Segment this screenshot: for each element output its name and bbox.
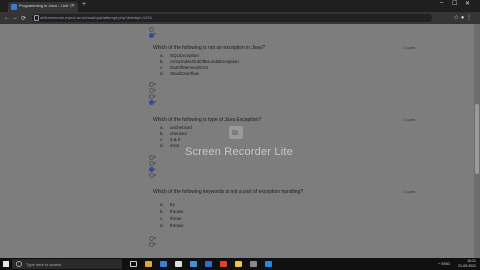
answer-label: b: [154, 32, 156, 36]
chrome-icon[interactable]: [235, 261, 242, 267]
minimize-button[interactable]: –: [440, 0, 443, 6]
question-points: 1 point: [403, 117, 416, 122]
option-item: c. OutOfMemoryError: [160, 65, 209, 70]
close-window-button[interactable]: ✕: [465, 0, 470, 7]
answer-label: b: [154, 160, 156, 165]
answer-label: a: [154, 235, 156, 240]
taskbar: Type here to search ^ ENG 10:21 21-09-20…: [0, 258, 480, 270]
answer-label: a: [154, 81, 156, 86]
app-icon[interactable]: [220, 261, 227, 267]
tab-bar: Programming in Java – Unit 7 ✕ + – ☐ ✕: [0, 0, 480, 12]
forward-button[interactable]: →: [12, 15, 18, 21]
clock-date: 21-09-2021: [458, 263, 476, 268]
store-icon[interactable]: [175, 261, 182, 267]
answer-label: d: [154, 172, 156, 177]
option-item: d. thrown: [160, 223, 184, 228]
option-item: b. checked: [160, 131, 187, 136]
option-item: a. SQLException: [160, 53, 199, 58]
option-item: b. ArrayIndexOutOfBoundsException: [160, 59, 239, 64]
answer-label: a: [154, 154, 156, 159]
browser-toolbar: ← → ⟳ arithmeticone.myeol.ac.in/mod/quiz…: [0, 12, 480, 24]
app-icon[interactable]: [250, 261, 257, 267]
url-text: arithmeticone.myeol.ac.in/mod/quiz/attem…: [40, 15, 152, 20]
question-points: 1 point: [403, 45, 416, 50]
answer-label: b: [154, 241, 156, 246]
taskbar-search-input[interactable]: Type here to search: [12, 259, 122, 269]
word-icon[interactable]: [205, 261, 212, 267]
answer-label: d: [154, 99, 156, 104]
question-text: Which of the following is type of Java E…: [153, 117, 262, 123]
search-placeholder: Type here to search: [26, 261, 62, 267]
windows-start-icon[interactable]: [3, 261, 9, 267]
quiz-page: b Which of the following is not an excep…: [0, 24, 474, 258]
option-item: d. error: [160, 143, 180, 148]
reload-button[interactable]: ⟳: [21, 15, 26, 22]
lock-icon: [34, 15, 39, 21]
system-tray[interactable]: ^ ENG: [438, 261, 450, 266]
back-button[interactable]: ←: [4, 15, 10, 21]
browser-tab[interactable]: Programming in Java – Unit 7 ✕: [8, 2, 78, 12]
option-item: a. unchecked: [160, 125, 192, 130]
clock[interactable]: 10:21 21-09-2021: [458, 259, 476, 268]
address-bar[interactable]: arithmeticone.myeol.ac.in/mod/quiz/attem…: [32, 14, 432, 22]
answer-label: c: [154, 93, 156, 98]
answer-label: b: [154, 87, 156, 92]
page-scrollbar[interactable]: [474, 24, 480, 258]
app-icon[interactable]: [265, 261, 272, 267]
question-text: Which of the following keywords is not a…: [153, 189, 304, 195]
toolbar-icons[interactable]: ☆ ● ⋮: [454, 14, 472, 21]
tab-close-icon[interactable]: ✕: [71, 3, 75, 9]
scrollbar-thumb[interactable]: [475, 104, 479, 174]
option-item: a. try: [160, 202, 175, 207]
answer-label: c: [154, 166, 156, 171]
file-explorer-icon[interactable]: [145, 261, 152, 267]
question-text: Which of the following is not an excepti…: [153, 45, 265, 51]
option-item: c. throw: [160, 216, 182, 221]
option-item: b. throws: [160, 209, 184, 214]
mail-icon[interactable]: [190, 261, 197, 267]
option-item: c. a & b: [160, 137, 181, 142]
new-tab-button[interactable]: +: [82, 1, 86, 8]
camera-watermark-icon: [229, 126, 243, 139]
maximize-button[interactable]: ☐: [452, 0, 457, 7]
favicon-icon: [11, 4, 17, 10]
option-item: d. StackOverflow: [160, 71, 200, 76]
recorder-watermark: Screen Recorder Lite: [185, 146, 293, 158]
tab-title: Programming in Java – Unit 7: [19, 3, 71, 8]
question-points: 1 point: [403, 189, 416, 194]
search-icon: [16, 261, 22, 267]
edge-icon[interactable]: [160, 261, 167, 267]
task-view-icon[interactable]: [130, 261, 137, 267]
